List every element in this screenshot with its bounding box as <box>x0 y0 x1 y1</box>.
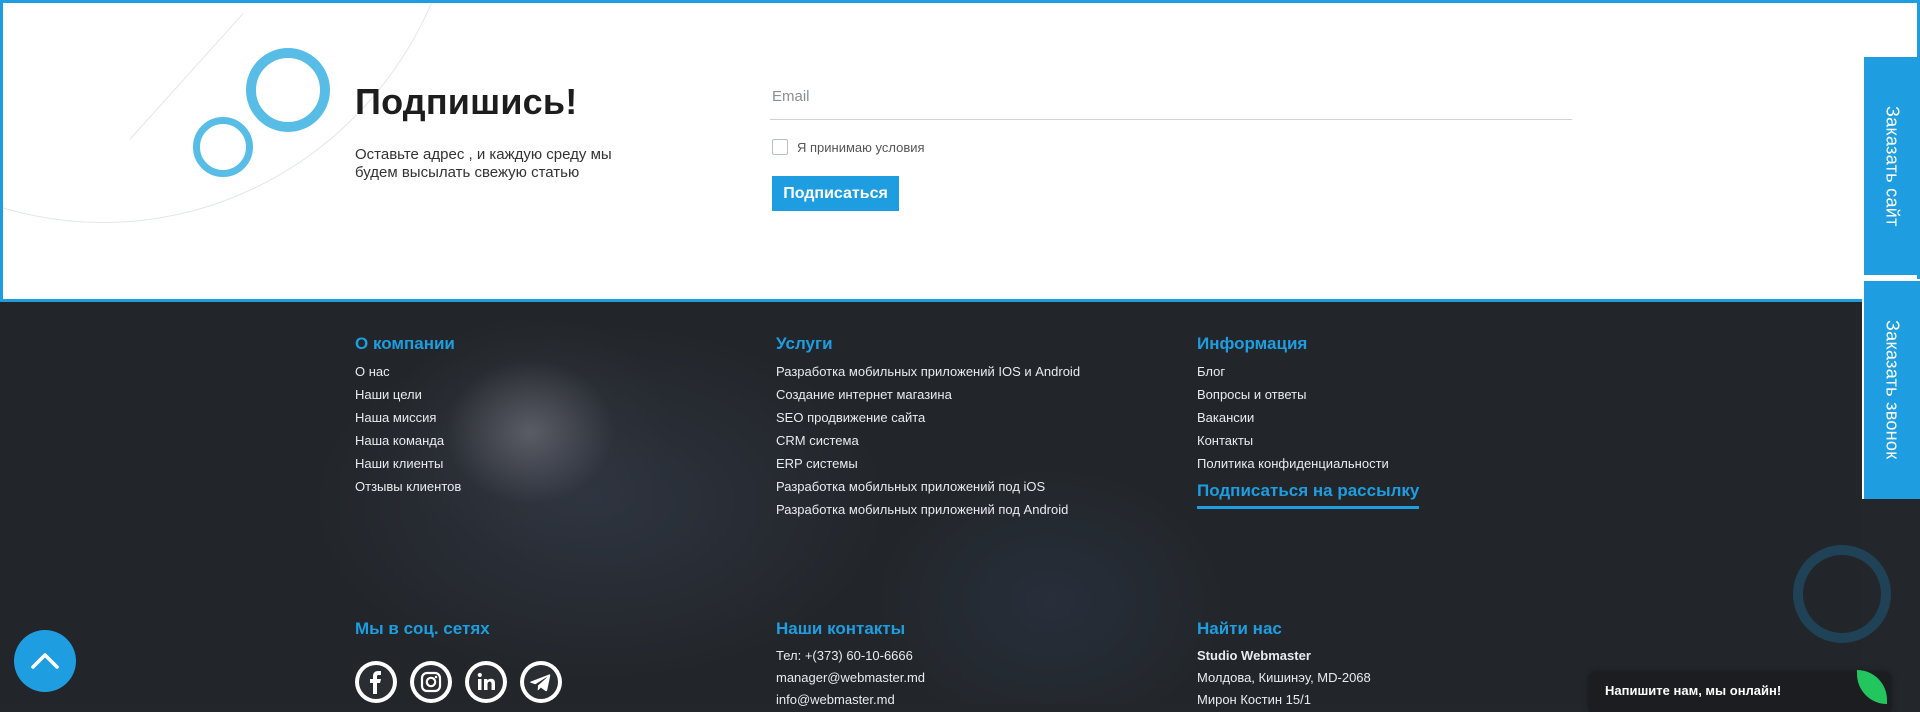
chat-widget[interactable]: Напишите нам, мы онлайн! <box>1589 670 1891 712</box>
footer: О компании О нас Наши цели Наша миссия Н… <box>0 302 1862 707</box>
chat-widget-text: Напишите нам, мы онлайн! <box>1605 683 1782 698</box>
linkedin-icon[interactable] <box>465 661 507 703</box>
subscribe-description: Оставьте адрес , и каждую среду мы будем… <box>355 146 612 181</box>
footer-link-contacts[interactable]: Контакты <box>1197 429 1419 452</box>
instagram-icon[interactable] <box>410 661 452 703</box>
footer-col-social: Мы в соц. сетях <box>355 619 562 703</box>
footer-link-erp[interactable]: ERP системы <box>776 452 1080 475</box>
footer-link-vacancies[interactable]: Вакансии <box>1197 406 1419 429</box>
footer-link-crm[interactable]: CRM система <box>776 429 1080 452</box>
footer-link-faq[interactable]: Вопросы и ответы <box>1197 383 1419 406</box>
footer-link-about-us[interactable]: О нас <box>355 360 461 383</box>
terms-agree-row: Я принимаю условия <box>772 139 925 155</box>
footer-link-clients[interactable]: Наши клиенты <box>355 452 461 475</box>
social-icons <box>355 661 562 703</box>
footer-find-us-title: Найти нас <box>1197 619 1282 638</box>
address-line-2: Мирон Костин 15/1 <box>1197 692 1311 707</box>
subscribe-button[interactable]: Подписаться <box>772 176 899 211</box>
terms-label[interactable]: Я принимаю условия <box>797 140 925 155</box>
footer-col-about: О компании О нас Наши цели Наша миссия Н… <box>355 334 461 498</box>
order-site-label: Заказать сайт <box>1882 105 1903 227</box>
footer-link-android-apps[interactable]: Разработка мобильных приложений под Andr… <box>776 498 1080 521</box>
footer-link-privacy[interactable]: Политика конфиденциальности <box>1197 452 1419 475</box>
footer-link-mission[interactable]: Наша миссия <box>355 406 461 429</box>
footer-social-title: Мы в соц. сетях <box>355 619 490 638</box>
order-call-label: Заказать звонок <box>1882 320 1903 460</box>
footer-col-contacts: Наши контакты Тел: +(373) 60-10-6666 man… <box>776 619 925 711</box>
facebook-icon[interactable] <box>355 661 397 703</box>
subscribe-section: Подпишись! Оставьте адрес , и каждую сре… <box>0 0 1920 302</box>
footer-col-find-us: Найти нас Studio Webmaster Молдова, Киши… <box>1197 619 1371 711</box>
email-field-wrapper <box>770 76 1572 120</box>
footer-col-info: Информация Блог Вопросы и ответы Ваканси… <box>1197 334 1420 509</box>
footer-link-mobile-apps[interactable]: Разработка мобильных приложений IOS и An… <box>776 360 1080 383</box>
footer-info-title: Информация <box>1197 334 1308 353</box>
contact-phone[interactable]: Тел: +(373) 60-10-6666 <box>776 645 925 667</box>
order-site-tab[interactable]: Заказать сайт <box>1862 57 1920 275</box>
email-input[interactable] <box>770 76 1572 116</box>
contact-email-manager[interactable]: manager@webmaster.md <box>776 667 925 689</box>
chat-leaf-icon <box>1857 670 1887 704</box>
decorative-ring-small <box>193 117 253 177</box>
scroll-to-top-button[interactable] <box>14 630 76 692</box>
order-call-tab[interactable]: Заказать звонок <box>1862 279 1920 499</box>
footer-link-ios-apps[interactable]: Разработка мобильных приложений под iOS <box>776 475 1080 498</box>
contact-email-info[interactable]: info@webmaster.md <box>776 689 925 711</box>
footer-about-title: О компании <box>355 334 455 353</box>
callback-ring-icon[interactable] <box>1793 545 1891 643</box>
company-name: Studio Webmaster <box>1197 648 1311 663</box>
footer-col-services: Услуги Разработка мобильных приложений I… <box>776 334 1080 521</box>
chevron-up-icon <box>31 653 59 669</box>
footer-link-blog[interactable]: Блог <box>1197 360 1419 383</box>
footer-link-reviews[interactable]: Отзывы клиентов <box>355 475 461 498</box>
footer-contacts-title: Наши контакты <box>776 619 906 638</box>
subscribe-title: Подпишись! <box>355 81 578 122</box>
footer-services-title: Услуги <box>776 334 833 353</box>
telegram-icon[interactable] <box>520 661 562 703</box>
terms-checkbox[interactable] <box>772 139 788 155</box>
footer-link-goals[interactable]: Наши цели <box>355 383 461 406</box>
decorative-ring-large <box>246 48 330 132</box>
footer-link-team[interactable]: Наша команда <box>355 429 461 452</box>
footer-link-seo[interactable]: SEO продвижение сайта <box>776 406 1080 429</box>
address-line-1: Молдова, Кишинэу, MD-2068 <box>1197 670 1371 685</box>
newsletter-subscribe-link[interactable]: Подписаться на рассылку <box>1197 481 1420 509</box>
footer-link-ecommerce[interactable]: Создание интернет магазина <box>776 383 1080 406</box>
